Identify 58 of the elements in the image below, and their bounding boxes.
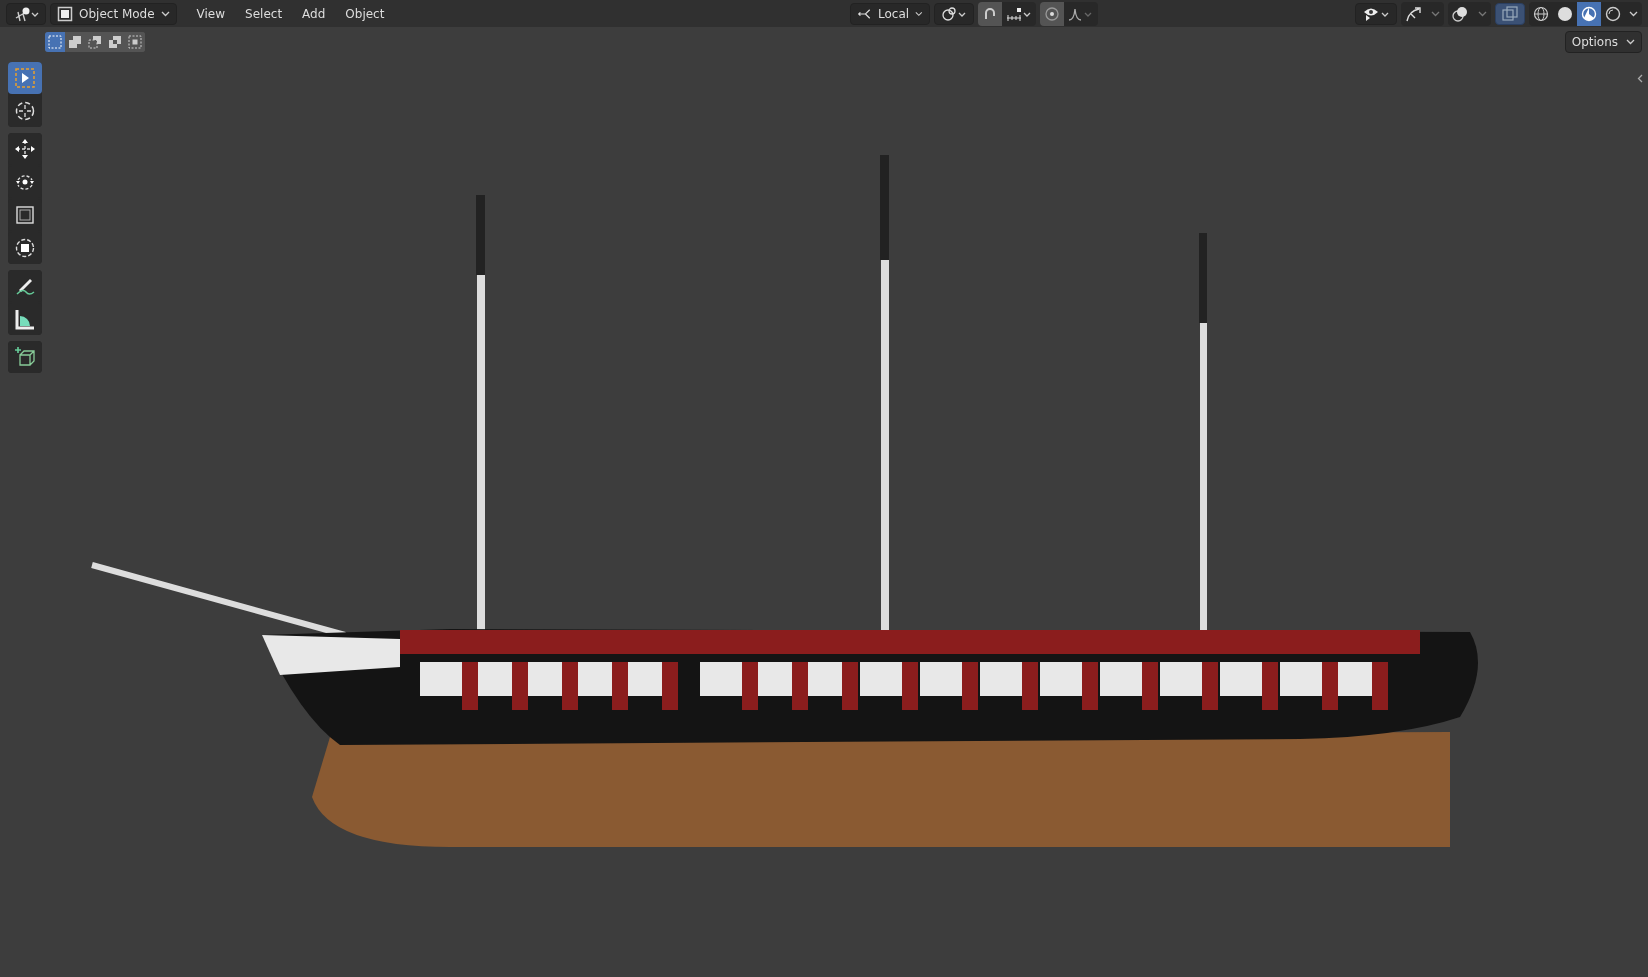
overlays-toggle[interactable] (1448, 1, 1474, 26)
snap-toggle[interactable] (977, 1, 1002, 26)
mode-dropdown[interactable]: Object Mode (50, 2, 177, 25)
crosshair-icon (14, 100, 36, 122)
select-box-tool[interactable] (8, 62, 42, 94)
falloff-dropdown[interactable] (1063, 1, 1098, 26)
caret-icon (1629, 10, 1638, 17)
scale-square-icon (14, 204, 36, 226)
ruler-protractor-icon (14, 308, 36, 330)
select-intersect-button[interactable] (125, 32, 145, 52)
pivot-point-dropdown[interactable] (933, 2, 974, 25)
editor-type-icon (13, 5, 39, 22)
caret-icon (1431, 10, 1440, 17)
material-shading-button[interactable] (1577, 1, 1601, 26)
viewport[interactable]: Object Mode View Select Add Object Local Options (0, 0, 1648, 977)
visibility-dropdown[interactable] (1355, 2, 1397, 25)
gizmo-arrow-icon (1405, 5, 1423, 22)
caret-icon (160, 10, 170, 17)
snap-increment-icon (1005, 5, 1032, 22)
menu-item[interactable]: Add (294, 2, 334, 25)
overlapping-squares-icon (68, 35, 82, 49)
menu-item[interactable]: Object (337, 2, 393, 25)
rendered-sphere-icon (1605, 5, 1621, 22)
menu-item[interactable]: View (188, 2, 234, 25)
link-icon (940, 5, 967, 22)
select-new-button[interactable] (45, 32, 65, 52)
menu-item[interactable]: Select (237, 2, 291, 25)
move-arrows-icon (14, 138, 36, 160)
solid-shading-button[interactable] (1553, 1, 1577, 26)
dashed-square-icon (48, 35, 62, 49)
select-box-icon (14, 67, 36, 89)
wireframe-shading-button[interactable] (1529, 1, 1553, 26)
material-sphere-icon (1581, 5, 1597, 22)
proportional-editing-toggle[interactable] (1039, 1, 1064, 26)
caret-icon (1478, 10, 1487, 17)
shading-dropdown[interactable] (1625, 1, 1642, 26)
caret-icon (915, 10, 923, 17)
caret-icon (1626, 39, 1635, 45)
editor-type-button[interactable] (6, 2, 46, 25)
xray-toggle[interactable] (1495, 2, 1525, 25)
xray-squares-icon (1502, 5, 1518, 22)
target-circle-icon (1043, 5, 1060, 22)
intersect-squares-icon (128, 35, 142, 49)
add-cube-icon (14, 346, 36, 368)
chevron-left-icon[interactable] (1637, 74, 1643, 83)
add-cube-tool[interactable] (8, 341, 42, 373)
subtract-squares-icon (88, 35, 102, 49)
transform-icon (14, 237, 36, 259)
transform-orientation-dropdown[interactable]: Local (849, 2, 930, 25)
solid-sphere-icon (1557, 5, 1573, 22)
object-mode-icon (57, 5, 73, 22)
rendered-shading-button[interactable] (1601, 1, 1625, 26)
options-dropdown[interactable]: Options (1564, 31, 1642, 53)
overlay-spheres-icon (1452, 5, 1470, 22)
invert-squares-icon (108, 35, 122, 49)
wire-sphere-icon (1533, 5, 1549, 22)
gizmo-toggle[interactable] (1401, 1, 1427, 26)
snap-target-dropdown[interactable] (1001, 1, 1036, 26)
